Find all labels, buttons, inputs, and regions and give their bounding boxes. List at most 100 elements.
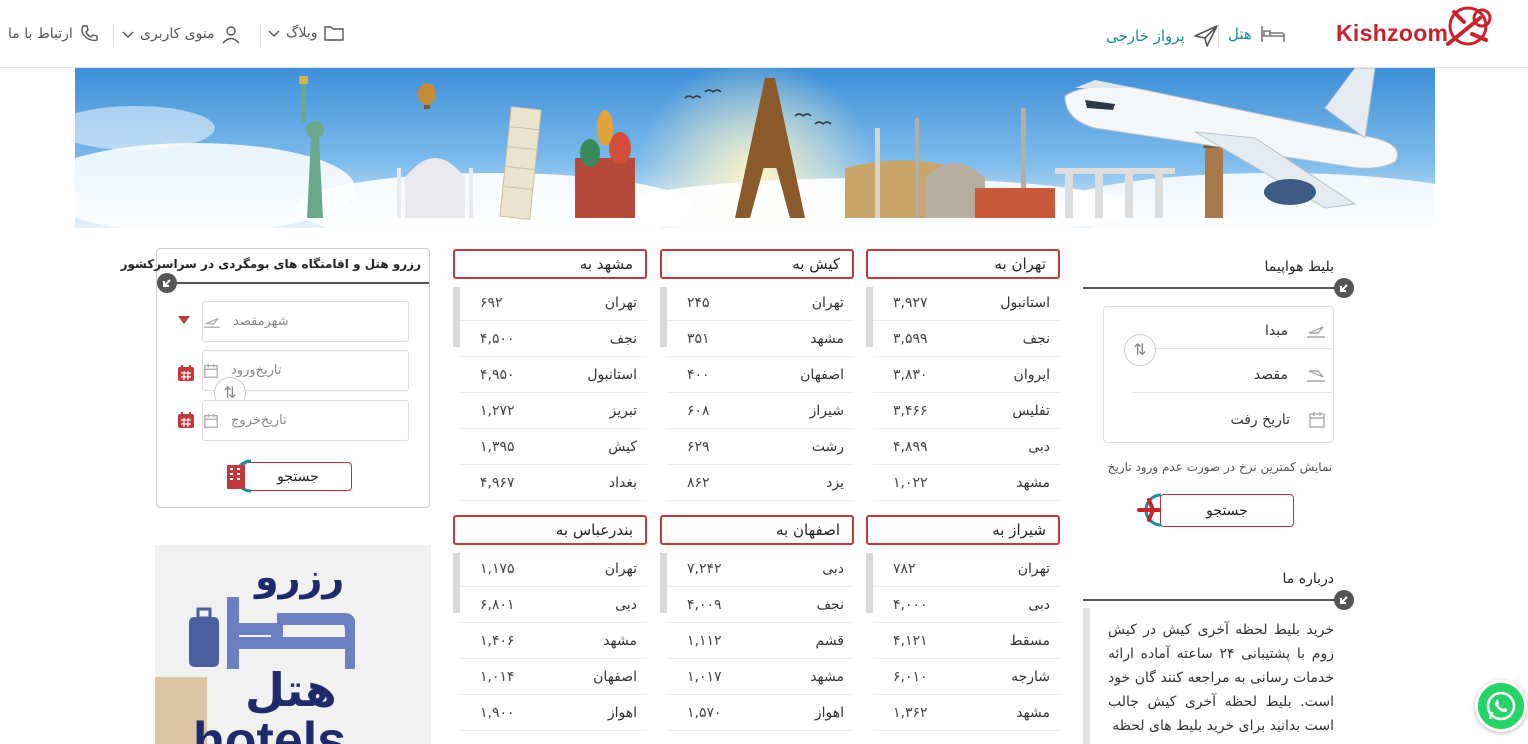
route-row[interactable]: ۴,۹۶۷ بغداد xyxy=(460,465,647,501)
dropdown-caret-icon[interactable] xyxy=(177,315,191,325)
nav-contact[interactable]: ارتباط با ما xyxy=(8,24,99,44)
route-scrollbar[interactable] xyxy=(660,287,667,347)
route-row[interactable]: ۷,۲۴۲ دبی xyxy=(667,551,854,587)
route-scrollbar[interactable] xyxy=(660,553,667,613)
route-row[interactable]: ۴۰۰ اصفهان xyxy=(667,357,854,393)
route-row[interactable]: ۱,۲۷۲ تبریز xyxy=(460,393,647,429)
route-row[interactable]: ۱,۳۹۵ کیش xyxy=(460,429,647,465)
route-row[interactable]: ۱,۹۰۰ اهواز xyxy=(460,695,647,731)
route-row[interactable]: ۴,۸۹۹ دبی xyxy=(873,429,1060,465)
hotel-ad-banner[interactable]: رزرو هتل hotels xyxy=(155,545,431,744)
route-price: ۱,۳۹۵ xyxy=(480,438,515,455)
about-bar xyxy=(1083,608,1090,744)
route-row[interactable]: ۴,۱۲۱ مسقط xyxy=(873,623,1060,659)
route-city: اهواز xyxy=(814,704,844,721)
route-row[interactable]: ۷۸۲ تهران xyxy=(873,551,1060,587)
route-city: اصفهان xyxy=(593,668,637,685)
route-city: اهواز xyxy=(607,704,637,721)
flight-search-title: بلیط هواپیما xyxy=(1264,259,1334,275)
origin-field[interactable]: مبدا xyxy=(1132,313,1332,349)
route-row[interactable]: ۶,۰۱۰ شارجه xyxy=(873,659,1060,695)
route-row[interactable]: ۳,۵۹۹ نجف xyxy=(873,321,1060,357)
route-row[interactable]: ۱,۵۷۰ اهواز xyxy=(667,695,854,731)
destination-city-field[interactable]: شهرمقصد xyxy=(202,301,409,342)
route-row[interactable]: ۴,۹۵۰ استانبول xyxy=(460,357,647,393)
route-price: ۶۲۹ xyxy=(687,438,710,455)
route-list: ۱,۱۷۵ تهران ۶,۸۰۱ دبی ۱,۴۰۶ مشهد ۱,۰۱۴ اصفهان ۱,… xyxy=(460,551,647,731)
nav-divider xyxy=(113,24,114,46)
route-city: رشت xyxy=(811,438,844,455)
departure-date-field[interactable]: تاریخ رفت xyxy=(1132,402,1332,438)
route-heading[interactable]: تهران به xyxy=(866,249,1060,279)
departure-date-placeholder: تاریخ رفت xyxy=(1230,412,1290,428)
flight-search-form: مبدا ⇅ مقصد تاریخ رفت xyxy=(1103,306,1334,443)
route-row[interactable]: ۱,۰۱۷ مشهد xyxy=(667,659,854,695)
route-row[interactable]: ۳۵۱ مشهد xyxy=(667,321,854,357)
plane-icon xyxy=(1193,25,1218,47)
nav-flight[interactable]: پرواز خارجی xyxy=(1106,24,1219,48)
route-price: ۳۵۱ xyxy=(687,330,710,347)
calendar-icon xyxy=(1309,412,1325,428)
route-heading[interactable]: اصفهان به xyxy=(660,515,854,545)
route-price: ۱,۱۱۲ xyxy=(687,632,722,649)
route-row[interactable]: ۶۰۸ شیراز xyxy=(667,393,854,429)
route-row[interactable]: ۳,۹۲۷ استانبول xyxy=(873,285,1060,321)
route-row[interactable]: ۱,۳۶۲ مشهد xyxy=(873,695,1060,731)
route-price: ۴,۰۰۰ xyxy=(893,596,928,613)
route-row[interactable]: ۱,۰۲۲ مشهد xyxy=(873,465,1060,501)
nav-contact-label: ارتباط با ما xyxy=(8,26,73,42)
destination-field[interactable]: مقصد xyxy=(1132,357,1332,393)
calendar-red-icon[interactable] xyxy=(177,411,195,429)
route-city: استانبول xyxy=(1000,294,1050,311)
route-row[interactable]: ۱,۰۱۴ اصفهان xyxy=(460,659,647,695)
checkout-date-placeholder: تاریخ‌خروج xyxy=(231,413,287,428)
route-price: ۶۰۸ xyxy=(687,402,710,419)
collapse-arrow-icon[interactable] xyxy=(157,273,177,293)
route-row[interactable]: ۶,۸۰۱ دبی xyxy=(460,587,647,623)
route-heading[interactable]: شیراز به xyxy=(866,515,1060,545)
route-row[interactable]: ۶۲۹ رشت xyxy=(667,429,854,465)
kishzoom-logo[interactable]: Kishzoom xyxy=(1326,4,1496,60)
route-city: تفلیس xyxy=(1012,402,1050,419)
title-underline xyxy=(165,282,429,284)
nav-user-menu[interactable]: منوی کاربری xyxy=(122,24,241,44)
route-row[interactable]: ۲۴۵ تهران xyxy=(667,285,854,321)
route-scrollbar[interactable] xyxy=(453,553,460,613)
route-row[interactable]: ۴,۰۰۰ دبی xyxy=(873,587,1060,623)
route-row[interactable]: ۳,۸۳۰ ایروان xyxy=(873,357,1060,393)
about-text: خرید بلیط لحظه آخری کیش در کیش زوم با پش… xyxy=(1108,622,1334,734)
flight-search-button[interactable]: جستجو xyxy=(1160,494,1294,527)
nav-blog[interactable]: وبلاگ xyxy=(268,24,344,42)
destination-placeholder: مقصد xyxy=(1253,366,1288,383)
route-row[interactable]: ۶۹۲ تهران xyxy=(460,285,647,321)
nav-hotel-label: هتل xyxy=(1228,25,1252,43)
route-city: قشم xyxy=(815,632,845,649)
route-heading[interactable]: بندرعباس به xyxy=(453,515,647,545)
route-row[interactable]: ۱,۱۷۵ تهران xyxy=(460,551,647,587)
route-price: ۳,۹۲۷ xyxy=(893,294,928,311)
route-scrollbar[interactable] xyxy=(453,287,460,347)
nav-hotel[interactable]: هتل xyxy=(1228,24,1286,44)
route-row[interactable]: ۱,۴۰۶ مشهد xyxy=(460,623,647,659)
collapse-arrow-icon[interactable] xyxy=(1334,278,1354,298)
route-row[interactable]: ۳,۴۶۶ تفلیس xyxy=(873,393,1060,429)
collapse-arrow-icon[interactable] xyxy=(1334,590,1354,610)
route-price: ۱,۰۲۲ xyxy=(893,474,928,491)
route-heading[interactable]: مشهد به xyxy=(453,249,647,279)
route-city: مشهد xyxy=(603,632,637,649)
calendar-red-icon[interactable] xyxy=(177,364,195,382)
route-heading[interactable]: کیش به xyxy=(660,249,854,279)
route-scrollbar[interactable] xyxy=(866,553,873,613)
route-scrollbar[interactable] xyxy=(866,287,873,347)
checkout-date-field[interactable]: تاریخ‌خروج xyxy=(202,400,409,441)
route-row[interactable]: ۴,۰۰۹ نجف xyxy=(667,587,854,623)
route-row[interactable]: ۴,۵۰۰ نجف xyxy=(460,321,647,357)
route-city: یزد xyxy=(826,474,844,491)
route-price: ۱,۲۷۲ xyxy=(480,402,515,419)
route-row[interactable]: ۸۶۲ یزد xyxy=(667,465,854,501)
whatsapp-button[interactable] xyxy=(1475,680,1527,732)
route-row[interactable]: ۱,۱۱۲ قشم xyxy=(667,623,854,659)
origin-placeholder: مبدا xyxy=(1265,322,1288,339)
route-city: نجف xyxy=(1022,330,1050,347)
route-city: تهران xyxy=(811,294,844,311)
